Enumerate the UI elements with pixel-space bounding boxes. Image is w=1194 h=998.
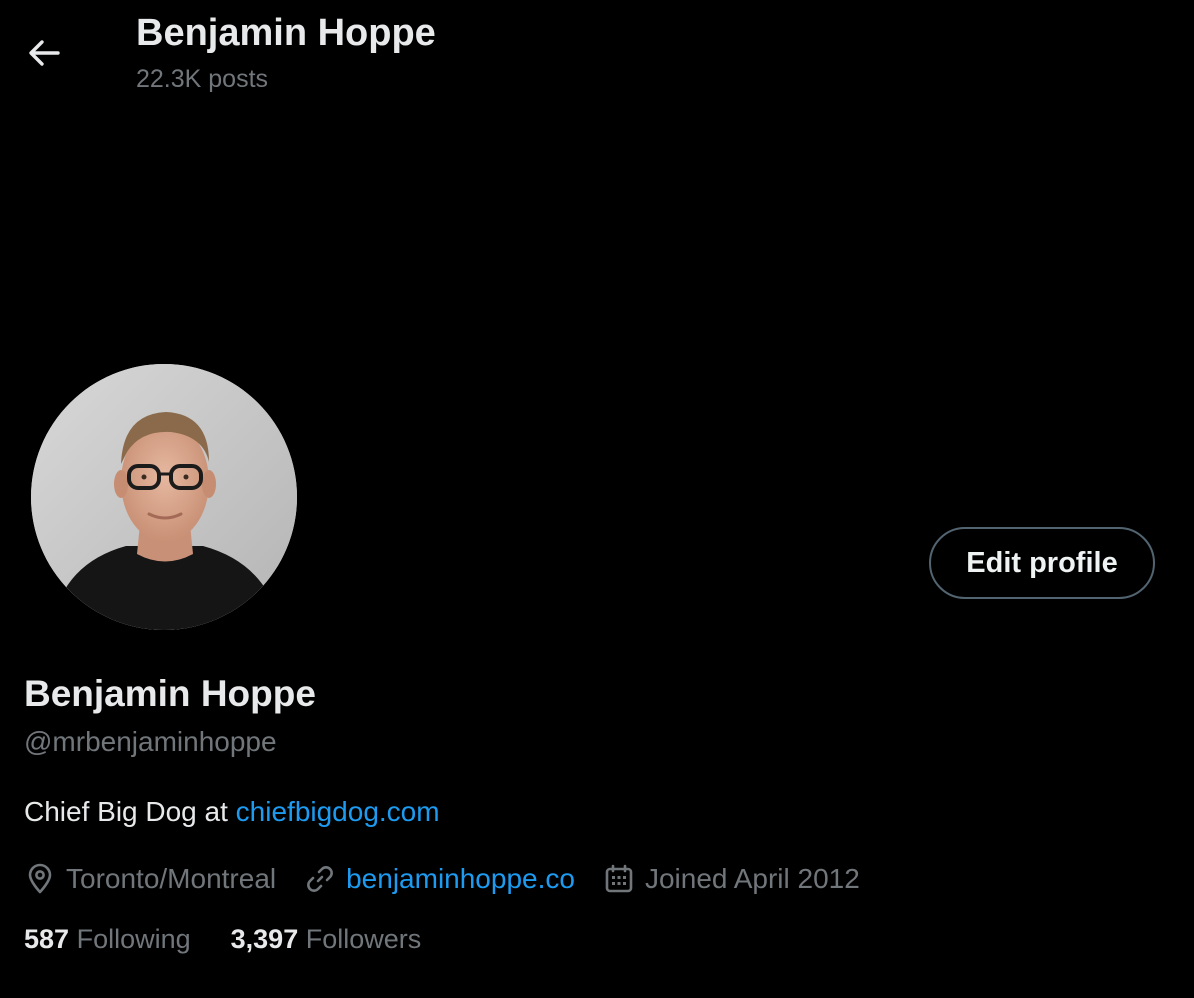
- location-pin-icon: [28, 863, 52, 894]
- arrow-left-icon: [29, 40, 60, 66]
- avatar[interactable]: [31, 364, 297, 630]
- following-link[interactable]: 587 Following: [24, 924, 191, 955]
- bio: Chief Big Dog at chiefbigdog.com: [24, 796, 440, 828]
- profile-header-bar: Benjamin Hoppe 22.3K posts: [0, 0, 1194, 110]
- following-count: 587: [24, 924, 70, 954]
- website-link[interactable]: benjaminhoppe.co: [346, 863, 575, 895]
- bio-link[interactable]: chiefbigdog.com: [236, 796, 440, 827]
- display-name: Benjamin Hoppe: [24, 673, 316, 714]
- followers-link[interactable]: 3,397 Followers: [231, 924, 422, 955]
- back-button[interactable]: [22, 33, 66, 73]
- calendar-icon: [605, 864, 633, 893]
- location: Toronto/Montreal: [24, 863, 276, 895]
- website: benjaminhoppe.co: [304, 863, 575, 895]
- link-icon: [307, 866, 334, 892]
- followers-label: Followers: [305, 924, 422, 954]
- edit-profile-button[interactable]: Edit profile: [929, 527, 1155, 599]
- profile-photo: [31, 364, 297, 630]
- header-title: Benjamin Hoppe: [136, 12, 436, 54]
- location-text: Toronto/Montreal: [66, 863, 277, 894]
- handle: @mrbenjaminhoppe: [24, 726, 277, 757]
- post-count: 22.3K posts: [136, 65, 269, 93]
- follow-stats: 587 Following 3,397 Followers: [24, 924, 461, 955]
- following-label: Following: [76, 924, 191, 954]
- joined-date: Joined April 2012: [603, 863, 860, 895]
- bio-text: Chief Big Dog at: [24, 796, 236, 827]
- followers-count: 3,397: [230, 924, 299, 954]
- joined-text: Joined April 2012: [644, 863, 860, 894]
- profile-meta: Toronto/Montreal benjaminhoppe.co Joined…: [24, 858, 888, 900]
